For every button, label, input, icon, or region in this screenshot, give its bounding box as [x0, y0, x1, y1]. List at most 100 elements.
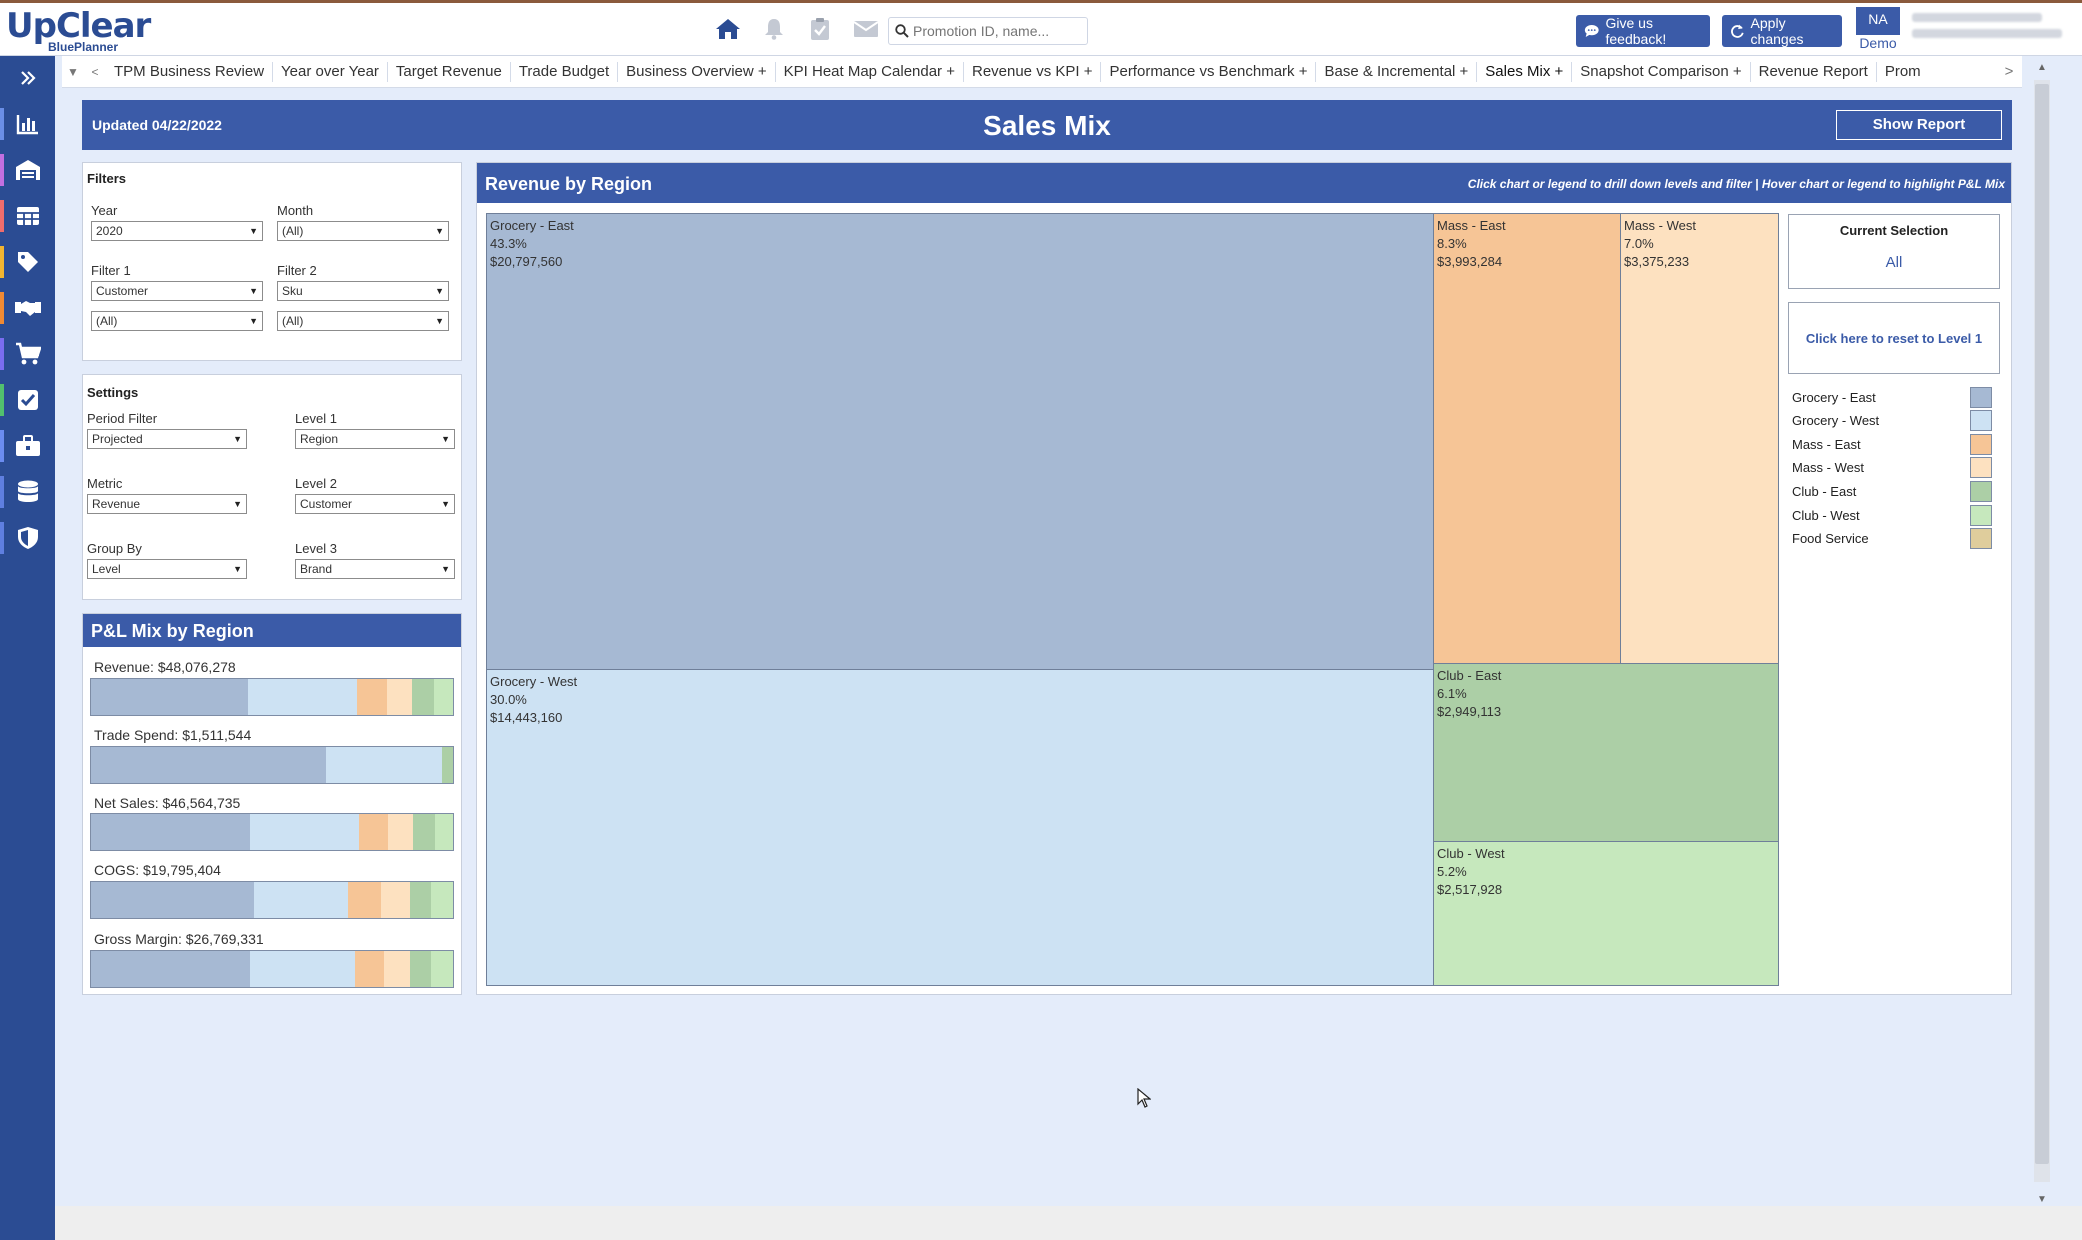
scroll-up-arrow-icon[interactable]: ▲ — [2034, 62, 2050, 78]
pl-segment-grocery-east[interactable] — [91, 814, 251, 850]
pl-net-sales-bar[interactable] — [90, 813, 454, 851]
envelope-icon[interactable] — [852, 15, 880, 43]
treemap-cell-grocery-east[interactable]: Grocery - East 43.3% $20,797,560 — [486, 213, 1434, 670]
pl-trade-spend-bar[interactable] — [90, 746, 454, 784]
sidebar-item-grid[interactable] — [0, 194, 55, 238]
pl-segment-club-east[interactable] — [409, 951, 432, 987]
vertical-scrollbar[interactable]: ▲ ▼ — [2030, 62, 2052, 1212]
legend-item-club-west[interactable]: Club - West — [1792, 504, 1992, 528]
filter2-value-select[interactable]: (All) ▼ — [277, 311, 449, 331]
tab-kpi-heat-map-calendar[interactable]: KPI Heat Map Calendar + — [776, 61, 964, 82]
expand-sidebar-button[interactable] — [0, 56, 55, 100]
legend-item-mass-west[interactable]: Mass - West — [1792, 456, 1992, 480]
tab-sales-mix[interactable]: Sales Mix + — [1477, 61, 1573, 82]
bell-icon[interactable] — [760, 15, 788, 43]
pl-revenue-bar[interactable] — [90, 678, 454, 716]
tab-next-button[interactable]: > — [1996, 56, 2022, 87]
pl-segment-mass-east[interactable] — [348, 882, 381, 918]
sidebar-item-analytics[interactable] — [0, 102, 55, 146]
month-select[interactable]: (All) ▼ — [277, 221, 449, 241]
pl-segment-mass-east[interactable] — [355, 951, 385, 987]
tab-base-incremental[interactable]: Base & Incremental + — [1316, 61, 1478, 82]
level1-select[interactable]: Region ▼ — [295, 429, 455, 449]
pl-segment-mass-east[interactable] — [358, 814, 388, 850]
scrollbar-thumb[interactable] — [2035, 84, 2049, 1164]
period-filter-select[interactable]: Projected ▼ — [87, 429, 247, 449]
pl-segment-grocery-east[interactable] — [91, 882, 254, 918]
pl-segment-club-east[interactable] — [409, 882, 432, 918]
tab-menu-button[interactable]: ▼ — [62, 65, 84, 79]
sidebar-item-orders[interactable] — [0, 332, 55, 376]
pl-segment-mass-west[interactable] — [386, 679, 413, 715]
treemap-cell-mass-west[interactable]: Mass - West 7.0% $3,375,233 — [1620, 213, 1779, 664]
tab-revenue-report[interactable]: Revenue Report — [1751, 61, 1877, 82]
user-badge[interactable]: NA Demo — [1856, 7, 1900, 51]
clipboard-check-icon[interactable] — [806, 15, 834, 43]
tab-revenue-vs-kpi[interactable]: Revenue vs KPI + — [964, 61, 1102, 82]
treemap-cell-club-east[interactable]: Club - East 6.1% $2,949,113 — [1433, 663, 1779, 842]
tab-performance-vs-benchmark[interactable]: Performance vs Benchmark + — [1101, 61, 1317, 82]
treemap-cell-grocery-west[interactable]: Grocery - West 30.0% $14,443,160 — [486, 669, 1434, 986]
pl-segment-grocery-west[interactable] — [247, 679, 357, 715]
treemap-cell-mass-east[interactable]: Mass - East 8.3% $3,993,284 — [1433, 213, 1621, 664]
legend-item-food-service[interactable]: Food Service — [1792, 527, 1992, 551]
pl-segment-grocery-west[interactable] — [250, 814, 359, 850]
pl-mix-title: P&L Mix by Region — [83, 614, 461, 647]
home-icon[interactable] — [714, 15, 742, 43]
legend-item-grocery-west[interactable]: Grocery - West — [1792, 409, 1992, 433]
pl-segment-grocery-east[interactable] — [91, 951, 251, 987]
level3-select[interactable]: Brand ▼ — [295, 559, 455, 579]
legend-item-mass-east[interactable]: Mass - East — [1792, 433, 1992, 457]
tab-tpm-business-review[interactable]: TPM Business Review — [106, 61, 274, 82]
tab-promotions[interactable]: Prom — [1877, 62, 1929, 82]
legend-item-grocery-east[interactable]: Grocery - East — [1792, 386, 1992, 410]
app-logo[interactable]: UpClear BluePlanner — [6, 9, 151, 55]
filter1-select[interactable]: Customer ▼ — [91, 281, 263, 301]
feedback-button[interactable]: Give us feedback! — [1576, 15, 1710, 47]
pl-segment-mass-east[interactable] — [356, 679, 387, 715]
search-box[interactable] — [888, 17, 1088, 45]
pl-segment-mass-west[interactable] — [380, 882, 410, 918]
pl-segment-club-east[interactable] — [412, 679, 435, 715]
pl-segment-grocery-east[interactable] — [91, 747, 327, 783]
level2-select[interactable]: Customer ▼ — [295, 494, 455, 514]
reset-level-button[interactable]: Click here to reset to Level 1 — [1788, 302, 2000, 374]
tab-business-overview[interactable]: Business Overview + — [618, 61, 776, 82]
tab-year-over-year[interactable]: Year over Year — [273, 61, 388, 82]
filter1-value-select[interactable]: (All) ▼ — [91, 311, 263, 331]
tab-trade-budget[interactable]: Trade Budget — [511, 61, 619, 82]
pl-segment-club-west[interactable] — [434, 679, 453, 715]
pl-segment-club-east[interactable] — [413, 814, 435, 850]
pl-segment-grocery-west[interactable] — [326, 747, 443, 783]
sidebar-item-data[interactable] — [0, 470, 55, 514]
year-select[interactable]: 2020 ▼ — [91, 221, 263, 241]
filter2-select[interactable]: Sku ▼ — [277, 281, 449, 301]
treemap-cell-club-west[interactable]: Club - West 5.2% $2,517,928 — [1433, 841, 1779, 986]
pl-segment-grocery-west[interactable] — [253, 882, 348, 918]
pl-gross-margin-bar[interactable] — [90, 950, 454, 988]
pl-segment-club-west[interactable] — [431, 882, 453, 918]
metric-select[interactable]: Revenue ▼ — [87, 494, 247, 514]
sidebar-item-deals[interactable] — [0, 286, 55, 330]
pl-segment-club-west[interactable] — [431, 951, 453, 987]
pl-segment-grocery-west[interactable] — [250, 951, 356, 987]
tab-target-revenue[interactable]: Target Revenue — [388, 61, 511, 82]
search-input[interactable] — [913, 23, 1083, 39]
sidebar-item-promotions[interactable] — [0, 240, 55, 284]
pl-segment-grocery-east[interactable] — [91, 679, 248, 715]
pl-segment-club-east[interactable] — [442, 747, 453, 783]
apply-changes-button[interactable]: Apply changes — [1722, 15, 1842, 47]
pl-cogs-bar[interactable] — [90, 881, 454, 919]
pl-segment-mass-west[interactable] — [384, 951, 410, 987]
tab-prev-button[interactable]: < — [84, 65, 106, 79]
sidebar-item-approvals[interactable] — [0, 378, 55, 422]
pl-segment-club-west[interactable] — [434, 814, 453, 850]
pl-segment-mass-west[interactable] — [387, 814, 414, 850]
legend-item-club-east[interactable]: Club - East — [1792, 480, 1992, 504]
sidebar-item-security[interactable] — [0, 516, 55, 560]
tab-snapshot-comparison[interactable]: Snapshot Comparison + — [1572, 61, 1751, 82]
sidebar-item-tools[interactable] — [0, 424, 55, 468]
show-report-button[interactable]: Show Report — [1836, 110, 2002, 140]
sidebar-item-warehouse[interactable] — [0, 148, 55, 192]
group-by-select[interactable]: Level ▼ — [87, 559, 247, 579]
